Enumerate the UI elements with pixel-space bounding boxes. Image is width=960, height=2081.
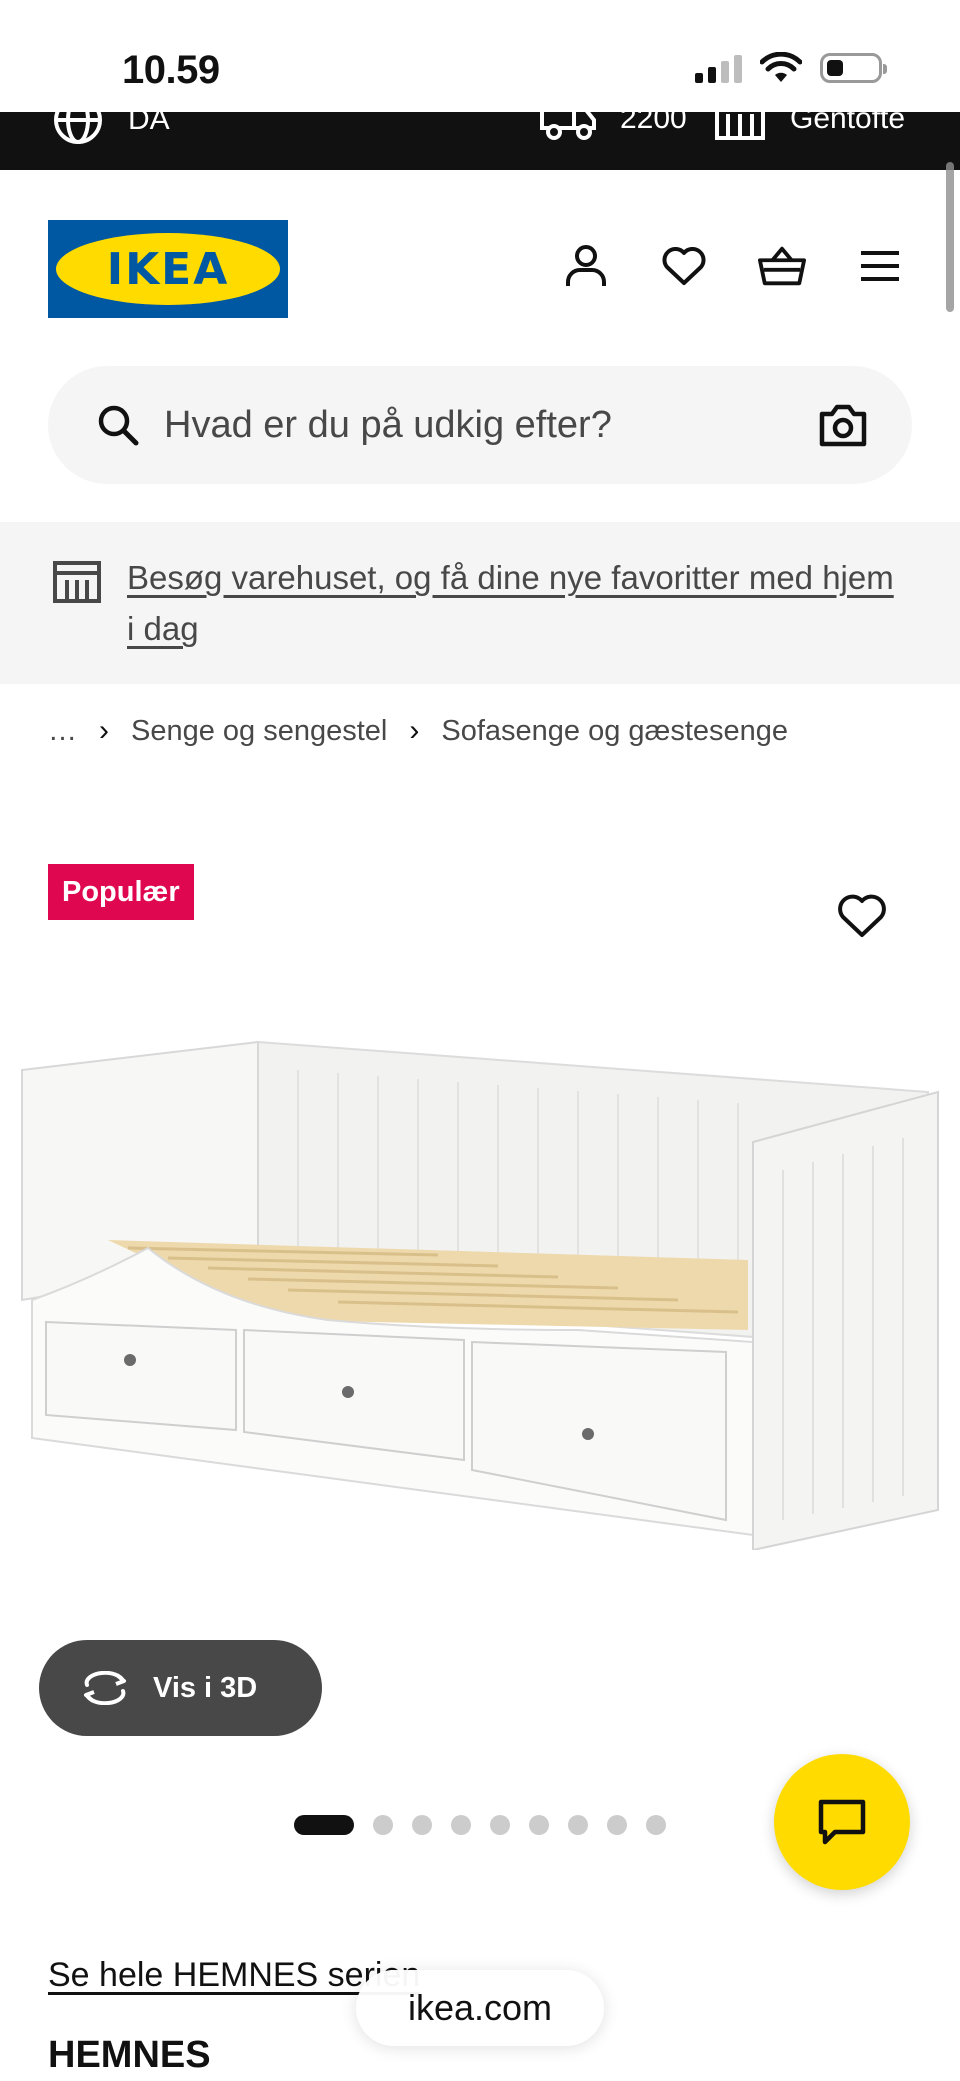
- store-icon: [715, 112, 765, 140]
- gallery-dot[interactable]: [412, 1815, 432, 1835]
- search-bar[interactable]: [48, 366, 912, 484]
- search-icon: [98, 405, 139, 446]
- product-name: HEMNES: [48, 2034, 211, 2076]
- chat-icon: [818, 1799, 866, 1845]
- logo-text: IKEA: [106, 243, 230, 295]
- gallery-dot[interactable]: [568, 1815, 588, 1835]
- status-icons: [695, 52, 887, 84]
- profile-icon: [566, 245, 606, 286]
- add-to-favourites-button[interactable]: [836, 890, 888, 942]
- ikea-logo[interactable]: IKEA: [48, 220, 288, 318]
- gallery-dot[interactable]: [294, 1815, 354, 1835]
- gallery-dot[interactable]: [373, 1815, 393, 1835]
- chevron-right-icon: ›: [409, 714, 420, 747]
- profile-button[interactable]: [562, 242, 610, 290]
- globe-icon: [54, 112, 102, 144]
- gallery-dot[interactable]: [529, 1815, 549, 1835]
- view-in-3d-button[interactable]: Vis i 3D: [39, 1640, 322, 1736]
- browser-url-bar[interactable]: ikea.com: [356, 1970, 604, 2046]
- gallery-dot[interactable]: [490, 1815, 510, 1835]
- delivery-postcode[interactable]: 2200: [540, 112, 687, 144]
- menu-icon: [861, 251, 899, 281]
- menu-button[interactable]: [856, 242, 904, 290]
- product-image[interactable]: [18, 1030, 944, 1550]
- breadcrumb-sofa-beds[interactable]: Sofasenge og gæstesenge: [441, 715, 788, 748]
- gallery-pagination: [294, 1815, 666, 1835]
- store-selector[interactable]: Gentofte: [714, 112, 905, 144]
- store-label: Gentofte: [790, 112, 906, 135]
- gallery-dot[interactable]: [646, 1815, 666, 1835]
- chat-button[interactable]: [774, 1754, 910, 1890]
- language-selector[interactable]: DA: [52, 112, 170, 146]
- breadcrumb: … › Senge og sengestel › Sofasenge og gæ…: [48, 714, 788, 748]
- gallery-dot[interactable]: [451, 1815, 471, 1835]
- popular-badge: Populær: [48, 864, 194, 920]
- store-visit-link[interactable]: Besøg varehuset, og få dine nye favoritt…: [127, 552, 907, 654]
- basket-button[interactable]: [758, 242, 806, 290]
- site-header: IKEA: [0, 170, 960, 365]
- chevron-right-icon: ›: [99, 714, 109, 747]
- search-input[interactable]: [164, 403, 818, 447]
- scrollbar[interactable]: [946, 162, 954, 312]
- postcode-label: 2200: [620, 112, 687, 135]
- rotate-3d-icon: [84, 1671, 126, 1705]
- breadcrumb-ellipsis[interactable]: …: [48, 715, 77, 748]
- store-visit-banner: Besøg varehuset, og få dine nye favoritt…: [0, 522, 960, 684]
- status-bar: 10.59: [0, 0, 960, 112]
- header-actions: [562, 242, 904, 290]
- favourites-button[interactable]: [660, 242, 708, 290]
- wifi-icon: [760, 52, 802, 82]
- view-in-3d-label: Vis i 3D: [153, 1671, 258, 1704]
- status-time: 10.59: [122, 48, 220, 92]
- basket-icon: [758, 246, 806, 286]
- language-label: DA: [128, 112, 170, 136]
- battery-icon: [820, 53, 887, 83]
- store-icon: [53, 561, 101, 603]
- gallery-dot[interactable]: [607, 1815, 627, 1835]
- heart-icon: [662, 247, 706, 285]
- truck-icon: [540, 112, 596, 140]
- top-info-strip: DA 2200 Gentofte: [0, 112, 960, 170]
- signal-icon: [695, 53, 742, 83]
- breadcrumb-beds[interactable]: Senge og sengestel: [131, 715, 387, 748]
- camera-icon[interactable]: [818, 402, 868, 448]
